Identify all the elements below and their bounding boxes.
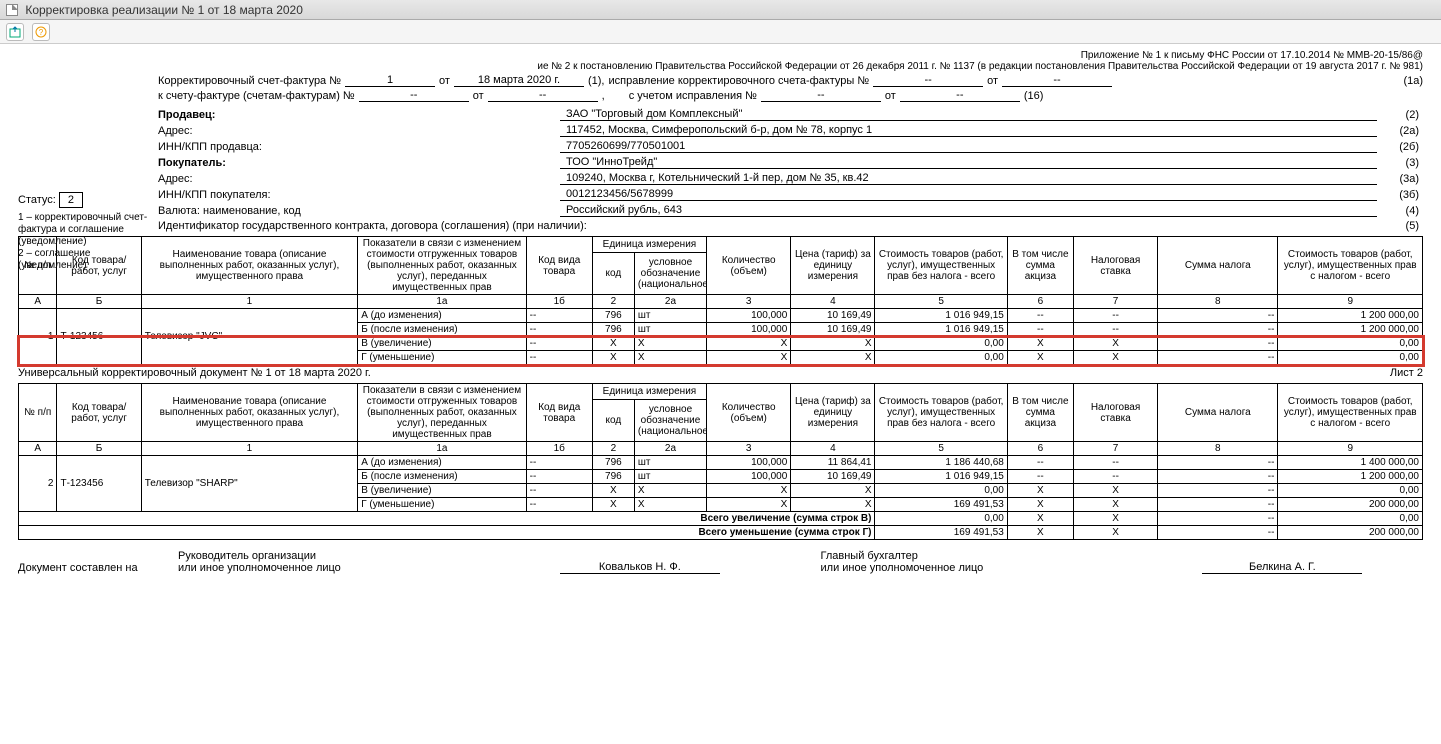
header-line-2: к счету-фактуре (счетам-фактурам) № -- о… bbox=[158, 89, 1423, 102]
document-icon bbox=[6, 4, 18, 16]
window-title: Корректировка реализации № 1 от 18 марта… bbox=[25, 3, 303, 17]
appendix-note: Приложение № 1 к письму ФНС России от 17… bbox=[18, 50, 1423, 61]
head-name: Ковальков Н. Ф. bbox=[560, 561, 720, 574]
status-legend: 1 – корректировочный счет-фактура и согл… bbox=[18, 212, 148, 272]
sub-note: ие № 2 к постановлению Правительства Рос… bbox=[438, 61, 1423, 72]
window-titlebar: Корректировка реализации № 1 от 18 марта… bbox=[0, 0, 1441, 20]
table-row: 1Т-123456Телевизор "JVC"А (до изменения)… bbox=[19, 309, 1423, 323]
form-grid: Продавец:ЗАО "Торговый дом Комплексный"(… bbox=[158, 108, 1423, 232]
help-button[interactable]: ? bbox=[32, 23, 50, 41]
table-row: 2Т-123456Телевизор "SHARP"А (до изменени… bbox=[19, 456, 1423, 470]
header-line-1: Корректировочный счет-фактура № 1 от 18 … bbox=[158, 74, 1423, 87]
export-button[interactable] bbox=[6, 23, 24, 41]
sheet-label: Лист 2 bbox=[1390, 367, 1423, 379]
acc-name: Белкина А. Г. bbox=[1202, 561, 1362, 574]
status-block: Статус: 2 1 – корректировочный счет-факт… bbox=[18, 174, 148, 272]
items-table-1: № п/п Код товара/ работ, услуг Наименова… bbox=[18, 236, 1423, 365]
items-table-2: № п/п Код товара/ работ, услуг Наименова… bbox=[18, 383, 1423, 540]
status-label: Статус: bbox=[18, 194, 56, 206]
document-body: Приложение № 1 к письму ФНС России от 17… bbox=[0, 44, 1441, 594]
between-title: Универсальный корректировочный документ … bbox=[18, 367, 371, 379]
svg-text:?: ? bbox=[39, 28, 44, 37]
toolbar: ? bbox=[0, 20, 1441, 44]
status-value: 2 bbox=[59, 192, 83, 208]
signatures: Документ составлен на Руководитель орган… bbox=[18, 550, 1423, 574]
